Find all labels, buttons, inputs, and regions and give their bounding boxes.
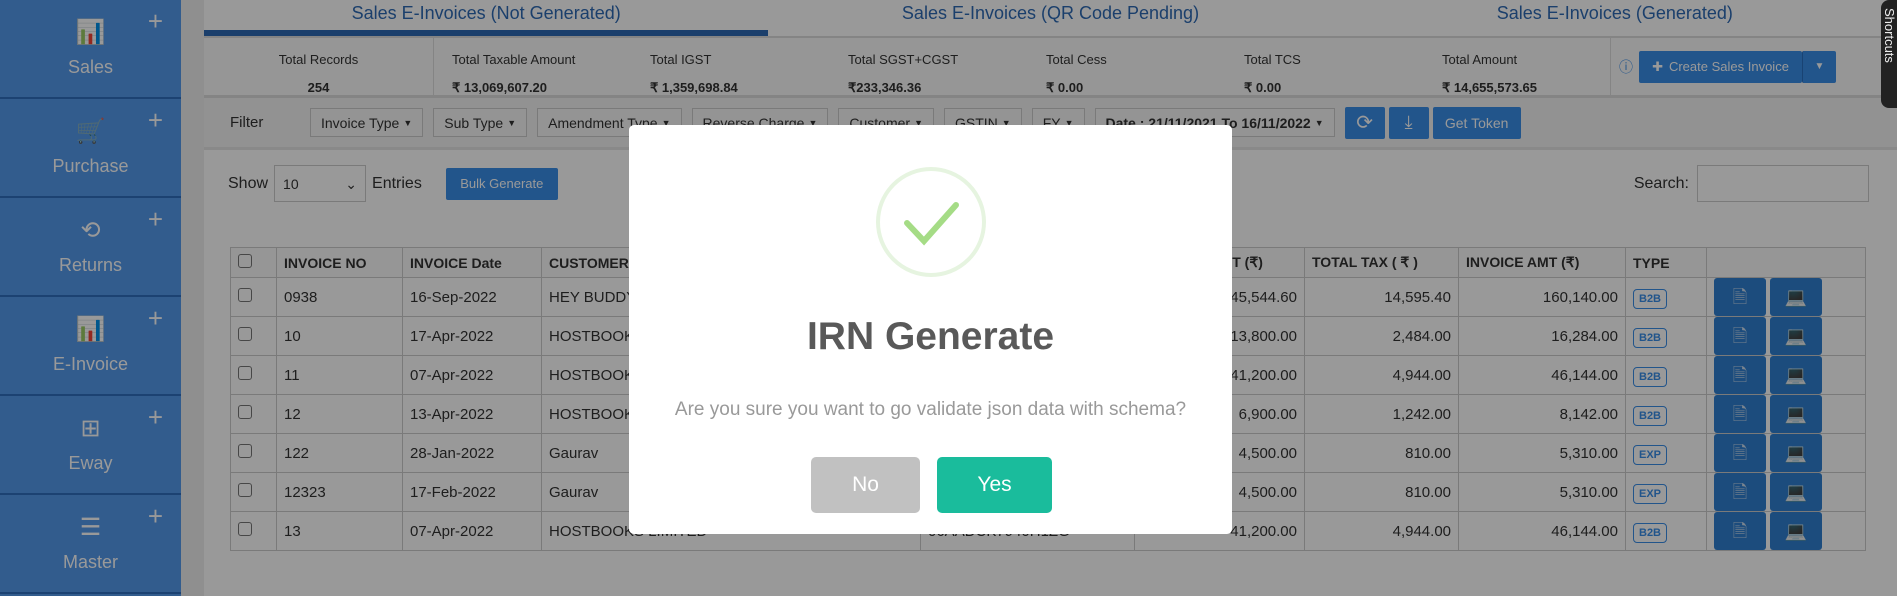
dialog-title: IRN Generate	[806, 315, 1055, 358]
dialog-message: Are you sure you want to go validate jso…	[674, 399, 1187, 420]
irn-confirm-dialog: IRN Generate Are you sure you want to go…	[629, 125, 1232, 534]
no-button[interactable]: No	[811, 457, 920, 513]
shortcuts-tab[interactable]: Shortcuts	[1881, 0, 1897, 108]
yes-button[interactable]: Yes	[937, 457, 1052, 513]
success-check-icon	[876, 167, 986, 277]
